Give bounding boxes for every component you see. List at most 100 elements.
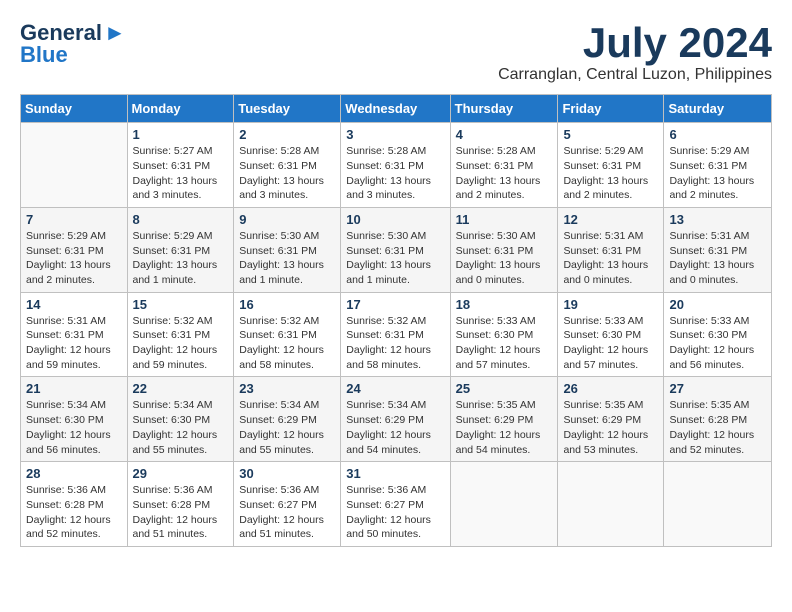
- day-number: 30: [239, 466, 335, 481]
- day-info: Sunrise: 5:30 AMSunset: 6:31 PMDaylight:…: [456, 229, 553, 288]
- table-row: 2Sunrise: 5:28 AMSunset: 6:31 PMDaylight…: [234, 123, 341, 208]
- day-number: 20: [669, 297, 766, 312]
- day-number: 1: [133, 127, 229, 142]
- day-info: Sunrise: 5:34 AMSunset: 6:30 PMDaylight:…: [133, 398, 229, 457]
- day-info: Sunrise: 5:33 AMSunset: 6:30 PMDaylight:…: [563, 314, 658, 373]
- day-number: 9: [239, 212, 335, 227]
- table-row: 18 Sunrise: 5:33 AMSunset: 6:30 PMDayligh…: [450, 292, 558, 377]
- day-number: 23: [239, 381, 335, 396]
- day-info: Sunrise: 5:32 AMSunset: 6:31 PMDaylight:…: [239, 314, 335, 373]
- month-year-title: July 2024: [498, 20, 772, 66]
- col-header-thursday: Thursday: [450, 95, 558, 123]
- table-row: 17 Sunrise: 5:32 AMSunset: 6:31 PMDayligh…: [341, 292, 450, 377]
- table-row: 13 Sunrise: 5:31 AMSunset: 6:31 PMDayligh…: [664, 207, 772, 292]
- day-info: Sunrise: 5:35 AMSunset: 6:29 PMDaylight:…: [563, 398, 658, 457]
- table-row: 27 Sunrise: 5:35 AMSunset: 6:28 PMDayligh…: [664, 377, 772, 462]
- col-header-sunday: Sunday: [21, 95, 128, 123]
- table-row: 31 Sunrise: 5:36 AMSunset: 6:27 PMDayligh…: [341, 462, 450, 547]
- day-number: 22: [133, 381, 229, 396]
- location-subtitle: Carranglan, Central Luzon, Philippines: [498, 66, 772, 84]
- table-row: 1Sunrise: 5:27 AMSunset: 6:31 PMDaylight…: [127, 123, 234, 208]
- table-row: 19 Sunrise: 5:33 AMSunset: 6:30 PMDayligh…: [558, 292, 664, 377]
- table-row: 29 Sunrise: 5:36 AMSunset: 6:28 PMDayligh…: [127, 462, 234, 547]
- day-info: Sunrise: 5:34 AMSunset: 6:29 PMDaylight:…: [346, 398, 444, 457]
- table-row: 21Sunrise: 5:34 AMSunset: 6:30 PMDayligh…: [21, 377, 128, 462]
- day-info: Sunrise: 5:33 AMSunset: 6:30 PMDaylight:…: [456, 314, 553, 373]
- day-number: 10: [346, 212, 444, 227]
- table-row: 12 Sunrise: 5:31 AMSunset: 6:31 PMDayligh…: [558, 207, 664, 292]
- day-info: Sunrise: 5:36 AMSunset: 6:28 PMDaylight:…: [133, 483, 229, 542]
- table-row: 16 Sunrise: 5:32 AMSunset: 6:31 PMDayligh…: [234, 292, 341, 377]
- day-number: 31: [346, 466, 444, 481]
- day-info: Sunrise: 5:29 AMSunset: 6:31 PMDaylight:…: [563, 144, 658, 203]
- page-header: General ► Blue July 2024 Carranglan, Cen…: [20, 20, 772, 84]
- day-number: 12: [563, 212, 658, 227]
- day-info: Sunrise: 5:31 AMSunset: 6:31 PMDaylight:…: [669, 229, 766, 288]
- day-number: 4: [456, 127, 553, 142]
- day-number: 14: [26, 297, 122, 312]
- table-row: 14 Sunrise: 5:31 AMSunset: 6:31 PMDayligh…: [21, 292, 128, 377]
- day-number: 26: [563, 381, 658, 396]
- day-number: 7: [26, 212, 122, 227]
- table-row: [664, 462, 772, 547]
- table-row: 7 Sunrise: 5:29 AMSunset: 6:31 PMDaylight…: [21, 207, 128, 292]
- day-info: Sunrise: 5:28 AMSunset: 6:31 PMDaylight:…: [346, 144, 444, 203]
- day-info: Sunrise: 5:30 AMSunset: 6:31 PMDaylight:…: [346, 229, 444, 288]
- table-row: 22 Sunrise: 5:34 AMSunset: 6:30 PMDayligh…: [127, 377, 234, 462]
- table-row: 25 Sunrise: 5:35 AMSunset: 6:29 PMDayligh…: [450, 377, 558, 462]
- table-row: 23 Sunrise: 5:34 AMSunset: 6:29 PMDayligh…: [234, 377, 341, 462]
- day-info: Sunrise: 5:36 AMSunset: 6:27 PMDaylight:…: [346, 483, 444, 542]
- table-row: 6 Sunrise: 5:29 AMSunset: 6:31 PMDaylight…: [664, 123, 772, 208]
- day-number: 8: [133, 212, 229, 227]
- table-row: [558, 462, 664, 547]
- table-row: 24Sunrise: 5:34 AMSunset: 6:29 PMDayligh…: [341, 377, 450, 462]
- day-info: Sunrise: 5:29 AMSunset: 6:31 PMDaylight:…: [26, 229, 122, 288]
- logo: General ► Blue: [20, 20, 126, 68]
- table-row: 10 Sunrise: 5:30 AMSunset: 6:31 PMDayligh…: [341, 207, 450, 292]
- table-row: [450, 462, 558, 547]
- col-header-wednesday: Wednesday: [341, 95, 450, 123]
- day-info: Sunrise: 5:33 AMSunset: 6:30 PMDaylight:…: [669, 314, 766, 373]
- day-number: 16: [239, 297, 335, 312]
- day-number: 15: [133, 297, 229, 312]
- day-number: 6: [669, 127, 766, 142]
- col-header-tuesday: Tuesday: [234, 95, 341, 123]
- logo-blue: Blue: [20, 42, 68, 68]
- day-info: Sunrise: 5:34 AMSunset: 6:29 PMDaylight:…: [239, 398, 335, 457]
- day-number: 3: [346, 127, 444, 142]
- day-number: 13: [669, 212, 766, 227]
- table-row: 15 Sunrise: 5:32 AMSunset: 6:31 PMDayligh…: [127, 292, 234, 377]
- day-number: 11: [456, 212, 553, 227]
- table-row: 8Sunrise: 5:29 AMSunset: 6:31 PMDaylight…: [127, 207, 234, 292]
- day-number: 5: [563, 127, 658, 142]
- day-info: Sunrise: 5:30 AMSunset: 6:31 PMDaylight:…: [239, 229, 335, 288]
- table-row: 26 Sunrise: 5:35 AMSunset: 6:29 PMDayligh…: [558, 377, 664, 462]
- day-number: 25: [456, 381, 553, 396]
- day-info: Sunrise: 5:35 AMSunset: 6:29 PMDaylight:…: [456, 398, 553, 457]
- logo-bird-icon: ►: [104, 20, 126, 46]
- table-row: 5 Sunrise: 5:29 AMSunset: 6:31 PMDaylight…: [558, 123, 664, 208]
- day-number: 29: [133, 466, 229, 481]
- table-row: 28 Sunrise: 5:36 AMSunset: 6:28 PMDayligh…: [21, 462, 128, 547]
- day-number: 19: [563, 297, 658, 312]
- col-header-monday: Monday: [127, 95, 234, 123]
- day-info: Sunrise: 5:32 AMSunset: 6:31 PMDaylight:…: [346, 314, 444, 373]
- day-info: Sunrise: 5:29 AMSunset: 6:31 PMDaylight:…: [669, 144, 766, 203]
- day-info: Sunrise: 5:31 AMSunset: 6:31 PMDaylight:…: [563, 229, 658, 288]
- day-number: 27: [669, 381, 766, 396]
- table-row: 3 Sunrise: 5:28 AMSunset: 6:31 PMDaylight…: [341, 123, 450, 208]
- day-info: Sunrise: 5:36 AMSunset: 6:27 PMDaylight:…: [239, 483, 335, 542]
- day-number: 18: [456, 297, 553, 312]
- day-info: Sunrise: 5:35 AMSunset: 6:28 PMDaylight:…: [669, 398, 766, 457]
- col-header-saturday: Saturday: [664, 95, 772, 123]
- day-info: Sunrise: 5:28 AMSunset: 6:31 PMDaylight:…: [456, 144, 553, 203]
- table-row: 20 Sunrise: 5:33 AMSunset: 6:30 PMDayligh…: [664, 292, 772, 377]
- day-info: Sunrise: 5:36 AMSunset: 6:28 PMDaylight:…: [26, 483, 122, 542]
- col-header-friday: Friday: [558, 95, 664, 123]
- table-row: 9 Sunrise: 5:30 AMSunset: 6:31 PMDaylight…: [234, 207, 341, 292]
- day-number: 28: [26, 466, 122, 481]
- day-info: Sunrise: 5:31 AMSunset: 6:31 PMDaylight:…: [26, 314, 122, 373]
- day-info: Sunrise: 5:32 AMSunset: 6:31 PMDaylight:…: [133, 314, 229, 373]
- table-row: 30 Sunrise: 5:36 AMSunset: 6:27 PMDayligh…: [234, 462, 341, 547]
- day-number: 17: [346, 297, 444, 312]
